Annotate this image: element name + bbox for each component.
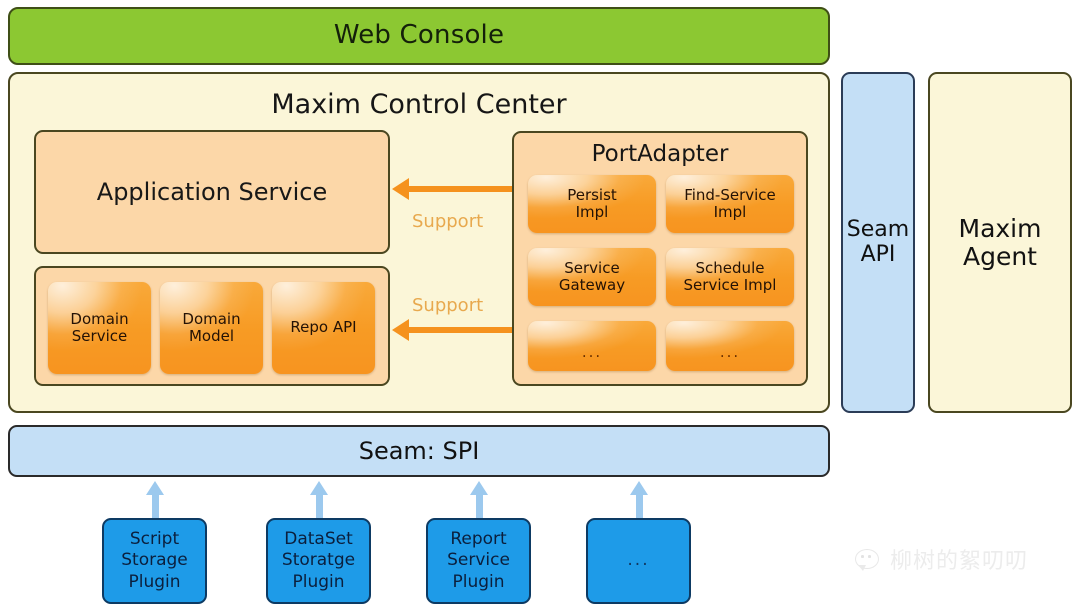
service-gateway-chip: Service Gateway (528, 248, 656, 306)
repo-api-chip: Repo API (272, 282, 375, 374)
port-adapter-block: PortAdapter Persist Impl Find-Service Im… (512, 131, 808, 386)
find-service-impl-chip: Find-Service Impl (666, 175, 794, 233)
maxim-control-center-title: Maxim Control Center (271, 89, 567, 120)
domain-model-line1: Domain (182, 309, 241, 328)
dataset-storatge-plugin-line1: DataSet (284, 529, 353, 550)
more-plugins-label: ... (627, 550, 650, 571)
dataset-storatge-plugin-line2: Storatge (281, 550, 356, 571)
repo-api-label: Repo API (290, 318, 357, 337)
port-adapter-more-chip-1: ... (528, 321, 656, 371)
domain-service-line1: Domain (70, 309, 129, 328)
port-adapter-more-label-1: ... (581, 342, 603, 361)
plugin-arrow-up-icon-3 (470, 481, 488, 519)
domain-model-chip: Domain Model (160, 282, 263, 374)
watermark: 柳树的絮叨叨 (855, 543, 1028, 575)
dataset-storatge-plugin-line3: Plugin (292, 571, 345, 592)
find-service-impl-line1: Find-Service (684, 185, 776, 204)
maxim-agent-block: Maxim Agent (928, 72, 1072, 413)
script-storage-plugin-line3: Plugin (128, 571, 181, 592)
seam-spi-block: Seam: SPI (8, 425, 830, 477)
port-adapter-more-label-2: ... (719, 342, 741, 361)
report-service-plugin-line1: Report (450, 529, 507, 550)
plugin-arrow-up-icon-1 (146, 481, 164, 519)
maxim-agent-line2: Agent (962, 241, 1037, 271)
more-plugins-block: ... (586, 518, 691, 604)
service-gateway-line2: Gateway (558, 276, 626, 294)
domain-model-line2: Model (188, 327, 235, 345)
seam-api-line2: API (860, 241, 896, 267)
watermark-text: 柳树的絮叨叨 (890, 549, 1029, 574)
diagram-canvas: Web Console Maxim Control Center Applica… (0, 0, 1080, 611)
seam-spi-label: Seam: SPI (358, 436, 480, 465)
script-storage-plugin-line1: Script (129, 529, 180, 550)
seam-api-line1: Seam (846, 216, 910, 242)
port-adapter-title: PortAdapter (591, 141, 729, 167)
web-console-label: Web Console (333, 20, 505, 51)
find-service-impl-line2: Impl (713, 203, 747, 221)
persist-impl-line1: Persist (567, 185, 617, 204)
dataset-storatge-plugin-block: DataSet Storatge Plugin (266, 518, 371, 604)
support-label-lower: Support (412, 295, 484, 316)
seam-api-block: Seam API (841, 72, 915, 413)
report-service-plugin-line2: Service (447, 550, 510, 571)
support-arrow-to-domain-layer (408, 327, 512, 333)
plugin-arrow-up-icon-2 (310, 481, 328, 519)
script-storage-plugin-block: Script Storage Plugin (102, 518, 207, 604)
support-arrow-to-application-service (408, 186, 512, 192)
report-service-plugin-block: Report Service Plugin (426, 518, 531, 604)
script-storage-plugin-line2: Storage (121, 550, 188, 571)
schedule-service-impl-line2: Service Impl (683, 276, 777, 294)
support-label-upper: Support (412, 211, 484, 232)
web-console-block: Web Console (8, 7, 830, 65)
plugin-arrow-up-icon-4 (630, 481, 648, 519)
domain-service-chip: Domain Service (48, 282, 151, 374)
report-service-plugin-line3: Plugin (452, 571, 505, 592)
schedule-service-impl-chip: Schedule Service Impl (666, 248, 794, 306)
domain-service-line2: Service (71, 327, 128, 345)
application-service-label: Application Service (96, 177, 328, 206)
port-adapter-more-chip-2: ... (666, 321, 794, 371)
persist-impl-chip: Persist Impl (528, 175, 656, 233)
wechat-bubble-icon (855, 547, 883, 571)
schedule-service-impl-line1: Schedule (695, 258, 765, 277)
service-gateway-line1: Service (564, 258, 620, 277)
application-service-block: Application Service (34, 130, 390, 254)
domain-layer-block: Domain Service Domain Model Repo API (34, 266, 390, 386)
maxim-agent-line1: Maxim (958, 213, 1042, 243)
persist-impl-line2: Impl (575, 203, 609, 221)
